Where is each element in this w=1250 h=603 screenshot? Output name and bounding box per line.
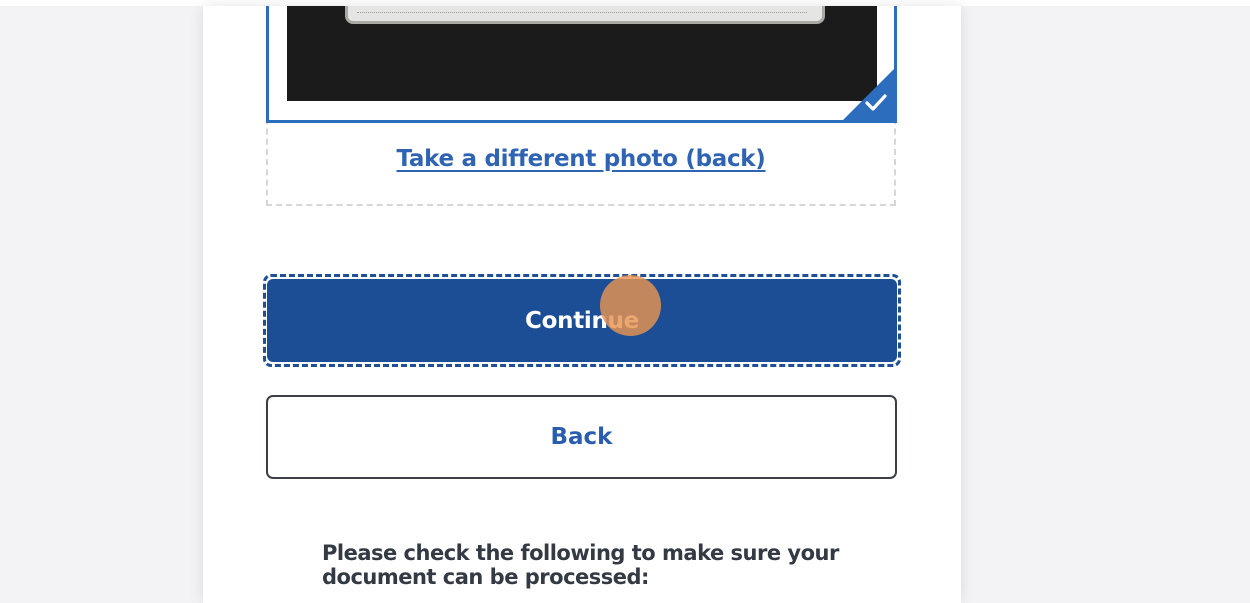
document-card-edge bbox=[345, 6, 825, 24]
retake-photo-link[interactable]: Take a different photo (back) bbox=[266, 146, 896, 172]
instructions-heading: Please check the following to make sure … bbox=[322, 541, 839, 589]
document-photo-preview bbox=[287, 6, 877, 101]
continue-button[interactable]: Continue bbox=[267, 279, 897, 362]
photo-selected-badge bbox=[840, 66, 897, 123]
back-button[interactable]: Back bbox=[266, 395, 897, 479]
document-card-line bbox=[357, 12, 807, 13]
check-icon bbox=[865, 94, 887, 111]
